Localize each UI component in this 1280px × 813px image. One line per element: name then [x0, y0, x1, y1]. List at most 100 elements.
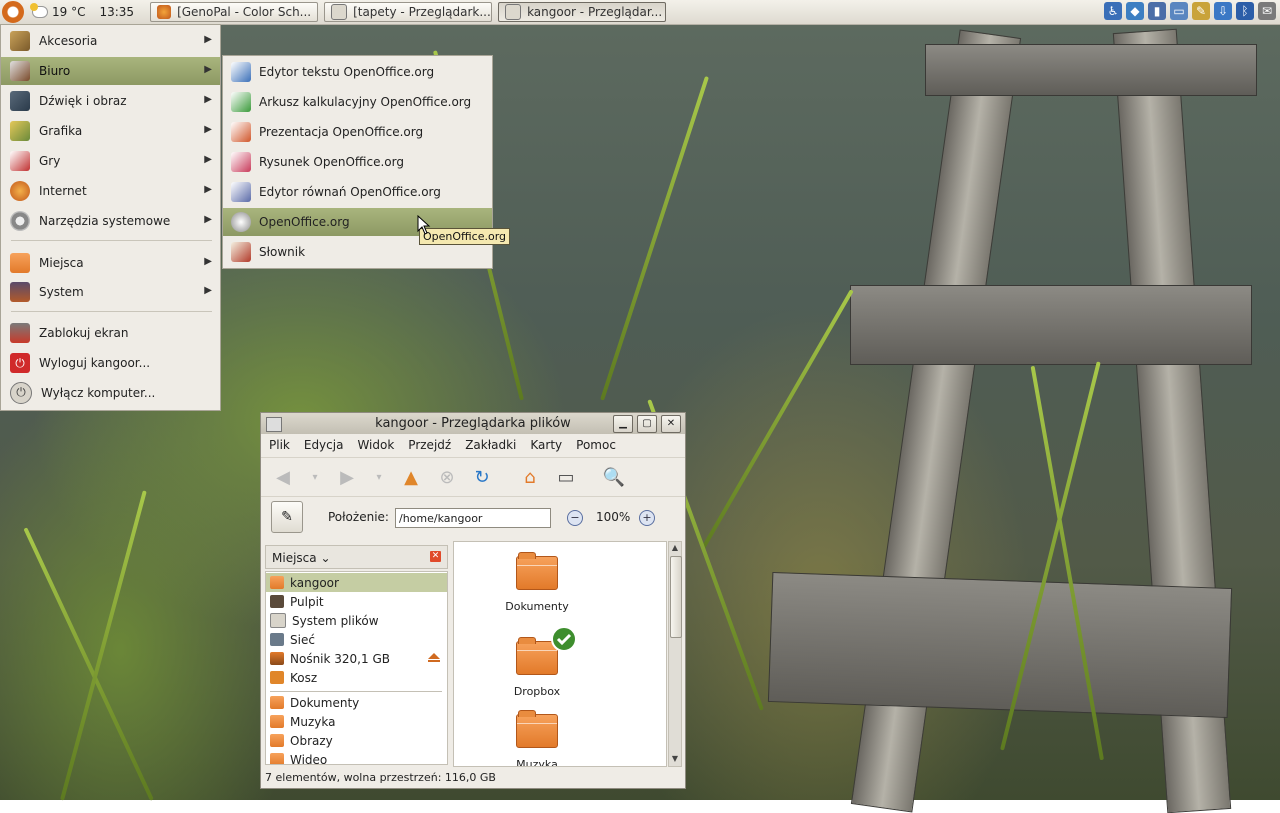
taskbar-button-tapety[interactable]: [tapety - Przeglądark... — [324, 2, 493, 22]
display-icon[interactable]: ▭ — [1170, 2, 1188, 20]
menu-item-log-out[interactable]: ⏻ Wyloguj kangoor... — [1, 349, 220, 377]
sidebar-item-pulpit[interactable]: Pulpit — [266, 592, 447, 611]
menu-item-dzwiek-i-obraz[interactable]: Dźwięk i obraz ▶ — [1, 87, 220, 115]
menu-item-narzedzia-systemowe[interactable]: Narzędzia systemowe ▶ — [1, 207, 220, 235]
folder-label: Muzyka — [516, 758, 558, 767]
stop-icon[interactable]: ⊗ — [435, 465, 459, 489]
maximize-button[interactable]: ▢ — [637, 415, 657, 433]
menubar: Plik Edycja Widok Przejdź Zakładki Karty… — [261, 435, 685, 455]
back-arrow-icon[interactable]: ◀ — [271, 465, 295, 489]
folder-item-muzyka[interactable]: Muzyka — [487, 710, 587, 767]
home-folder-icon[interactable]: ⌂ — [518, 465, 542, 489]
accessibility-icon[interactable]: ♿ — [1104, 2, 1122, 20]
sidebar-item-label: Kosz — [290, 670, 318, 685]
menu-item-lock-screen[interactable]: Zablokuj ekran — [1, 319, 220, 347]
zoom-out-icon[interactable]: − — [567, 510, 583, 526]
taskbar-button-genopal[interactable]: [GenoPal - Color Sch... — [150, 2, 319, 22]
submenu-item-calc[interactable]: Arkusz kalkulacyjny OpenOffice.org — [223, 88, 492, 116]
close-sidebar-icon[interactable]: ✕ — [430, 551, 441, 562]
lock-screen-icon — [10, 323, 30, 343]
sidebar-bookmark-muzyka[interactable]: Muzyka — [266, 712, 447, 731]
internet-globe-icon — [10, 181, 30, 201]
reload-icon[interactable]: ↻ — [470, 465, 494, 489]
location-input[interactable] — [395, 508, 551, 528]
sidebar-item-system-plikow[interactable]: System plików — [266, 611, 447, 630]
sidebar-bookmark-obrazy[interactable]: Obrazy — [266, 731, 447, 750]
back-history-chevron-icon[interactable]: ▾ — [303, 465, 327, 489]
ubuntu-menu-icon[interactable] — [2, 1, 24, 23]
menu-widok[interactable]: Widok — [357, 438, 394, 452]
submenu-item-impress[interactable]: Prezentacja OpenOffice.org — [223, 118, 492, 146]
menu-item-label: Miejsca — [39, 256, 84, 270]
close-button[interactable]: ✕ — [661, 415, 681, 433]
menu-item-grafika[interactable]: Grafika ▶ — [1, 117, 220, 145]
menu-edycja[interactable]: Edycja — [304, 438, 344, 452]
menu-zakladki[interactable]: Zakładki — [465, 438, 516, 452]
chevron-right-icon: ▶ — [204, 154, 212, 165]
menu-karty[interactable]: Karty — [530, 438, 562, 452]
menu-item-label: Narzędzia systemowe — [39, 214, 171, 228]
zoom-in-icon[interactable]: + — [639, 510, 655, 526]
minimize-button[interactable]: ▁ — [613, 415, 633, 433]
dropbox-icon[interactable]: ◆ — [1126, 2, 1144, 20]
up-arrow-icon[interactable]: ▲ — [399, 465, 423, 489]
network-signal-icon[interactable]: ▮ — [1148, 2, 1166, 20]
menu-plik[interactable]: Plik — [269, 438, 290, 452]
vertical-scrollbar[interactable]: ▲ ▼ — [668, 541, 682, 767]
sidebar-item-label: Sieć — [290, 632, 315, 647]
taskbar-button-label: [tapety - Przeglądark... — [353, 5, 491, 19]
window-titlebar[interactable]: kangoor - Przeglądarka plików ▁ ▢ ✕ — [261, 413, 685, 434]
chevron-right-icon: ▶ — [204, 285, 212, 296]
weather-applet[interactable]: 19 °C — [30, 3, 85, 19]
sidebar-type-select[interactable]: Miejsca ⌄ — [272, 551, 331, 565]
log-out-icon: ⏻ — [10, 353, 30, 373]
folder-icon — [516, 552, 558, 590]
multimedia-icon — [10, 91, 30, 111]
menu-item-shut-down[interactable]: ⏻ Wyłącz komputer... — [1, 379, 220, 407]
forward-history-chevron-icon[interactable]: ▾ — [367, 465, 391, 489]
sidebar-bookmark-dokumenty[interactable]: Dokumenty — [266, 693, 447, 712]
menu-item-biuro[interactable]: Biuro ▶ — [1, 57, 220, 85]
system-tray: ♿ ◆ ▮ ▭ ✎ ⇩ ᛒ ✉ — [1104, 2, 1276, 20]
menu-item-gry[interactable]: Gry ▶ — [1, 147, 220, 175]
menu-przejdz[interactable]: Przejdź — [408, 438, 451, 452]
menu-item-internet[interactable]: Internet ▶ — [1, 177, 220, 205]
search-icon[interactable]: 🔍 — [602, 465, 626, 489]
file-manager-window: kangoor - Przeglądarka plików ▁ ▢ ✕ Plik… — [260, 412, 686, 789]
clock[interactable]: 13:35 — [99, 5, 134, 19]
sidebar-item-kosz[interactable]: Kosz — [266, 668, 447, 687]
menu-item-system[interactable]: System ▶ — [1, 278, 220, 306]
bluetooth-icon[interactable]: ᛒ — [1236, 2, 1254, 20]
math-icon — [231, 182, 251, 202]
sidebar-item-nosnik[interactable]: Nośnik 320,1 GB — [266, 649, 447, 668]
update-icon[interactable]: ⇩ — [1214, 2, 1232, 20]
menu-item-miejsca[interactable]: Miejsca ▶ — [1, 249, 220, 277]
taskbar-button-label: kangoor - Przeglądar... — [527, 5, 663, 19]
toggle-location-edit-button[interactable]: ✎ — [271, 501, 303, 533]
folder-icon — [270, 696, 284, 709]
notes-icon[interactable]: ✎ — [1192, 2, 1210, 20]
menu-item-label: Gry — [39, 154, 61, 168]
sidebar-item-label: Dokumenty — [290, 695, 360, 710]
submenu-item-writer[interactable]: Edytor tekstu OpenOffice.org — [223, 58, 492, 86]
zoom-level[interactable]: 100% — [596, 510, 630, 524]
trash-icon — [270, 671, 284, 684]
scroll-down-icon[interactable]: ▼ — [670, 754, 680, 764]
scroll-up-icon[interactable]: ▲ — [670, 543, 680, 553]
mail-icon[interactable]: ✉ — [1258, 2, 1276, 20]
folder-item-dokumenty[interactable]: Dokumenty — [487, 552, 587, 613]
sidebar-bookmark-wideo[interactable]: Wideo — [266, 750, 447, 764]
sidebar-item-siec[interactable]: Sieć — [266, 630, 447, 649]
menu-pomoc[interactable]: Pomoc — [576, 438, 616, 452]
folder-item-dropbox[interactable]: Dropbox — [487, 626, 587, 698]
forward-arrow-icon[interactable]: ▶ — [335, 465, 359, 489]
sidebar-item-kangoor[interactable]: kangoor — [266, 573, 447, 592]
menu-item-akcesoria[interactable]: Akcesoria ▶ — [1, 27, 220, 55]
taskbar-button-kangoor[interactable]: kangoor - Przeglądar... — [498, 2, 667, 22]
submenu-item-math[interactable]: Edytor równań OpenOffice.org — [223, 178, 492, 206]
computer-icon[interactable]: ▭ — [554, 465, 578, 489]
scrollbar-thumb[interactable] — [670, 556, 682, 638]
menu-separator — [11, 240, 212, 241]
submenu-item-draw[interactable]: Rysunek OpenOffice.org — [223, 148, 492, 176]
eject-icon[interactable] — [428, 653, 440, 662]
